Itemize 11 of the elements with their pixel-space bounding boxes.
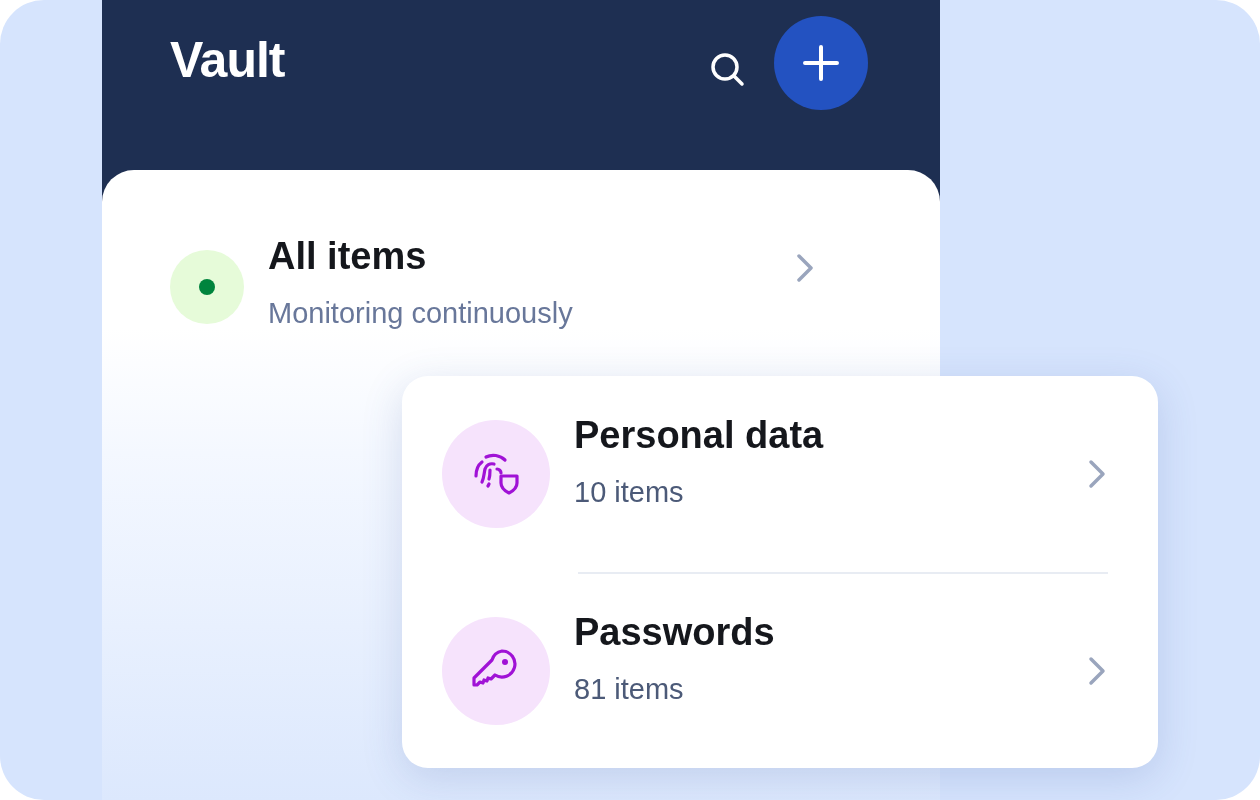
category-row[interactable]: Personal data 10 items <box>442 376 1108 572</box>
item-count: 10 items <box>574 475 685 511</box>
vault-title: Vault <box>170 31 285 90</box>
all-items-row[interactable]: All items Monitoring continuously <box>170 236 816 336</box>
chevron-right-icon <box>1086 458 1108 490</box>
row-subtitle: Monitoring continuously <box>268 295 574 331</box>
row-title: All items <box>268 236 428 278</box>
chevron-right-icon <box>794 252 816 284</box>
category-title: Personal data <box>574 415 825 458</box>
chevron-right-icon <box>1086 655 1108 687</box>
plus-icon <box>801 43 841 83</box>
